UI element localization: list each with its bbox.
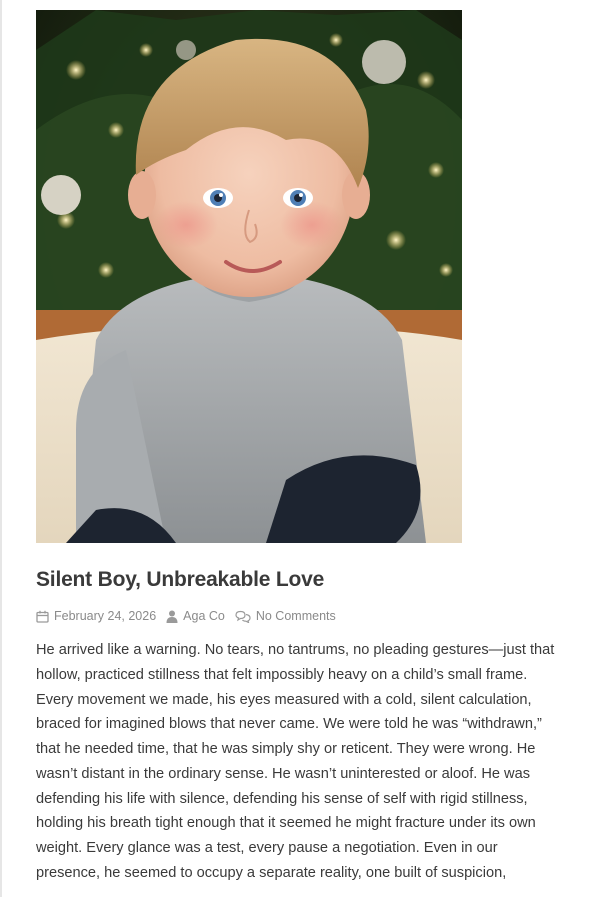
content-line: braced for imagined blows that never cam… [36, 716, 542, 733]
content-line: hollow, practiced stillness that felt im… [36, 666, 528, 683]
content-line: He arrived like a warning. No tears, no … [36, 642, 555, 658]
blog-post: Silent Boy, Unbreakable Love February 24… [36, 10, 581, 886]
calendar-icon [36, 610, 49, 623]
post-meta: February 24, 2026 Aga Co No Comments [36, 607, 581, 625]
content-line: that he needed time, that he was simply … [36, 741, 536, 757]
content-line: wasn’t distant in the ordinary sense. He… [36, 765, 531, 782]
post-date-text: February 24, 2026 [54, 609, 157, 623]
content-line: holding his breath tight enough that it … [36, 815, 536, 832]
post-comments[interactable]: No Comments [235, 609, 336, 623]
post-author[interactable]: Aga Co [166, 609, 225, 623]
page: Silent Boy, Unbreakable Love February 24… [0, 0, 605, 897]
comments-icon [235, 610, 251, 623]
left-divider [0, 0, 2, 897]
post-comments-text: No Comments [255, 609, 336, 623]
content-line: presence, he seemed to occupy a separate… [36, 864, 507, 881]
featured-image-illustration [36, 10, 462, 543]
featured-image[interactable] [36, 10, 462, 543]
post-content: He arrived like a warning. No tears, no … [36, 638, 581, 886]
post-author-text: Aga Co [183, 609, 225, 623]
content-line: defending his life with silence, defendi… [36, 790, 528, 807]
user-icon [166, 610, 178, 623]
content-line: weight. Every glance was a test, every p… [36, 840, 498, 856]
post-date[interactable]: February 24, 2026 [36, 609, 156, 623]
content-line: Every movement we made, his eyes measure… [36, 691, 532, 708]
post-title[interactable]: Silent Boy, Unbreakable Love [36, 567, 581, 593]
